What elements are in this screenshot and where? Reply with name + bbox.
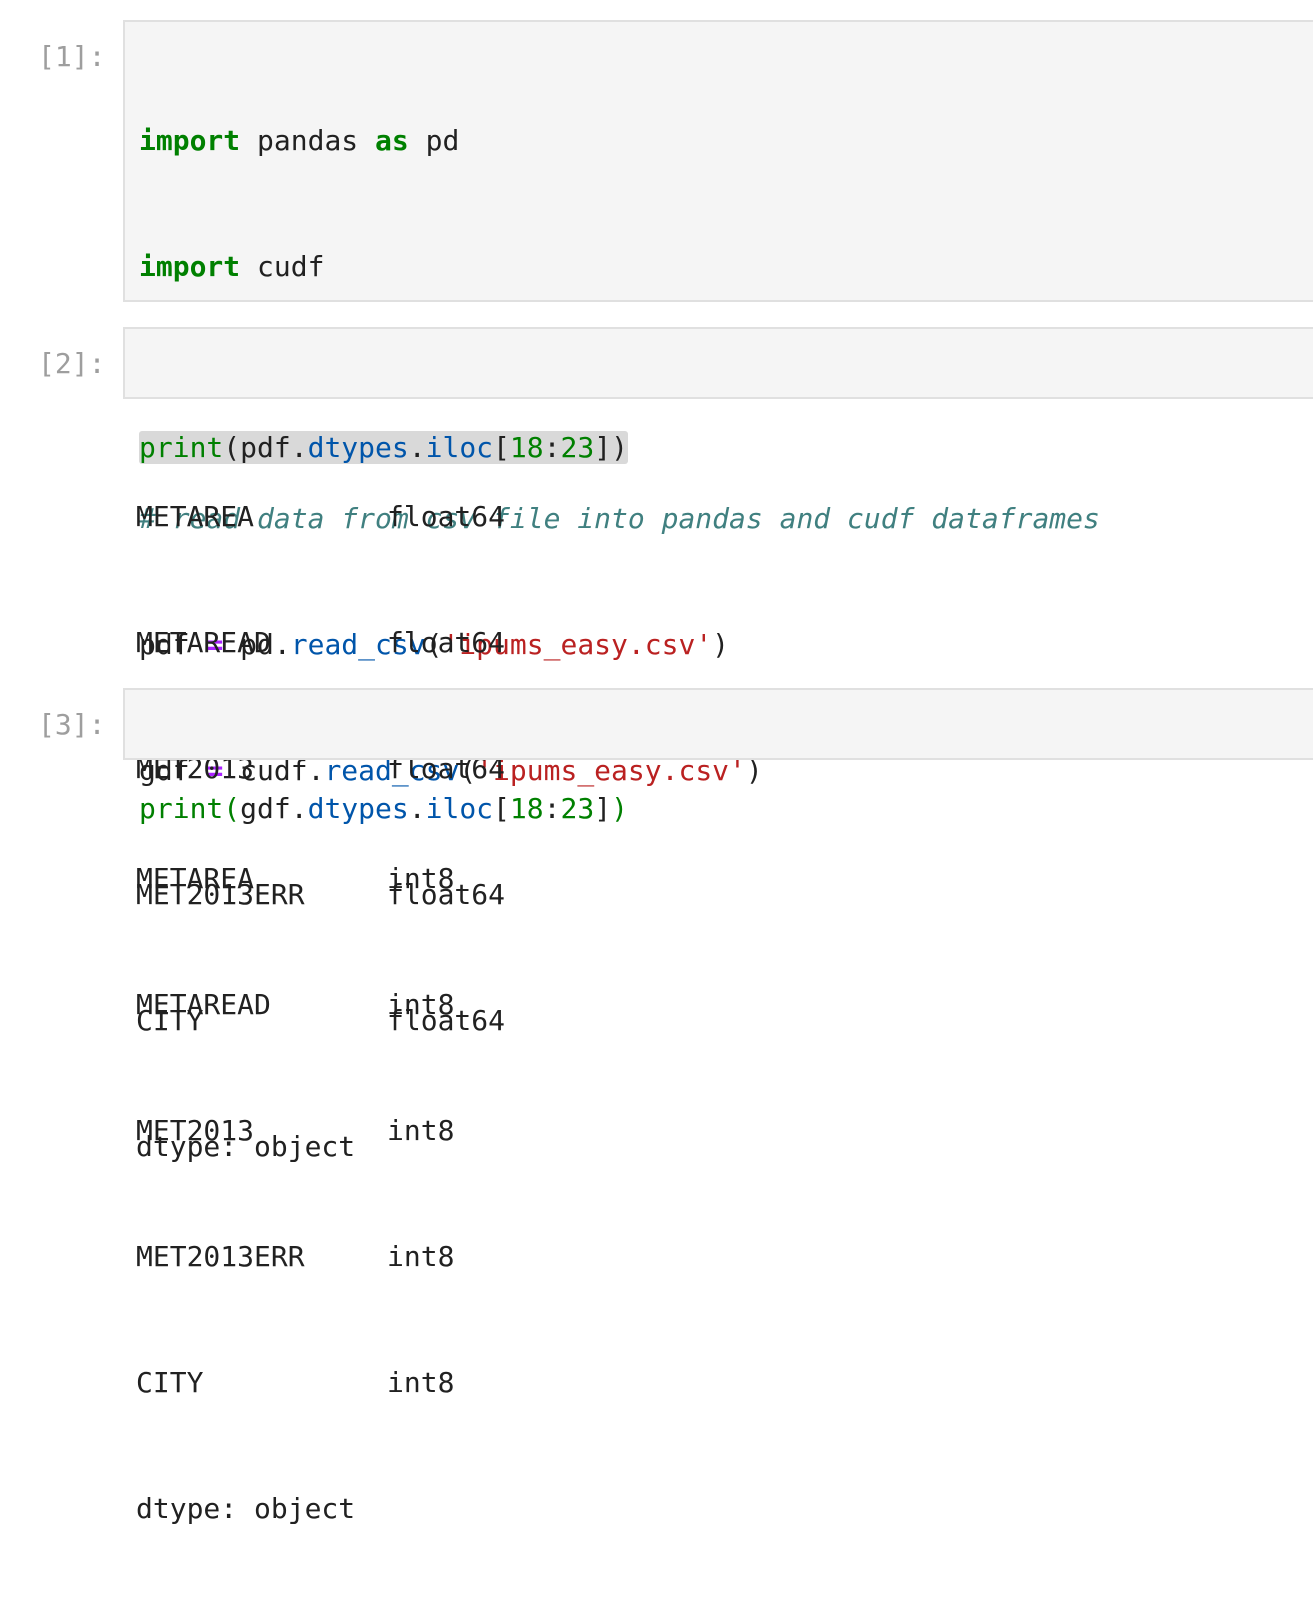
bracket: [ xyxy=(493,792,510,825)
keyword: import xyxy=(139,124,241,157)
number: 18 xyxy=(509,431,544,464)
output-footer: dtype: object xyxy=(136,1492,356,1525)
code-line: import cudf xyxy=(139,246,1100,288)
bracket: ] xyxy=(594,792,612,825)
notebook-cell-3[interactable]: [3]: print(gdf.dtypes.iloc[18:23]) METAR… xyxy=(0,688,1313,1525)
column-dtype: int8 xyxy=(387,1114,455,1147)
code-editor[interactable]: print(pdf.dtypes.iloc[18:23]) xyxy=(123,327,1313,464)
number: 23 xyxy=(560,431,595,464)
column-name: MET2013ERR xyxy=(136,1240,305,1273)
output-row: CITY int8 xyxy=(136,1362,454,1404)
notebook-cell-2[interactable]: [2]: print(pdf.dtypes.iloc[18:23]) METAR… xyxy=(0,327,1313,1163)
column-dtype: float64 xyxy=(387,626,506,659)
code-token: pandas xyxy=(240,124,376,157)
code-token: : xyxy=(543,431,561,464)
column-name: METAREA xyxy=(136,500,255,533)
cell-prompt: [2]: xyxy=(38,347,106,380)
column-name: MET2013 xyxy=(136,1114,255,1147)
column-dtype: int8 xyxy=(387,988,455,1021)
column-dtype: int8 xyxy=(387,1240,455,1273)
cell-output: METAREA int8 METAREAD int8 MET2013 int8 MET… xyxy=(136,774,454,1614)
code-token: : xyxy=(543,792,561,825)
output-row: MET2013 int8 xyxy=(136,1110,454,1152)
output-row: MET2013ERR int8 xyxy=(136,1236,454,1278)
code-token: cudf xyxy=(240,250,325,283)
column-dtype: int8 xyxy=(387,862,455,895)
column-name: METAREAD xyxy=(136,988,271,1021)
cell-prompt: [1]: xyxy=(38,40,106,73)
column-name: METAREAD xyxy=(136,626,271,659)
keyword: import xyxy=(139,250,241,283)
output-row: METAREA float64 xyxy=(136,496,505,538)
paren: ) xyxy=(611,792,628,825)
column-name: METAREA xyxy=(136,862,255,895)
keyword: as xyxy=(375,124,409,157)
output-row: METAREA int8 xyxy=(136,858,454,900)
bracket: ] xyxy=(594,431,612,464)
column-name: CITY xyxy=(136,1366,204,1399)
cell-prompt: [3]: xyxy=(38,708,106,741)
code-editor[interactable]: import pandas as pd import cudf # read d… xyxy=(123,20,1313,787)
output-row: METAREAD float64 xyxy=(136,622,505,664)
code-line: import pandas as pd xyxy=(139,120,1100,162)
column-dtype: float64 xyxy=(387,500,506,533)
notebook-cell-1[interactable]: [1]: import pandas as pd import cudf # r… xyxy=(0,20,1313,787)
column-dtype: int8 xyxy=(387,1366,455,1399)
number: 23 xyxy=(560,792,595,825)
output-row: METAREAD int8 xyxy=(136,984,454,1026)
code-editor[interactable]: print(gdf.dtypes.iloc[18:23]) xyxy=(123,688,1313,825)
number: 18 xyxy=(509,792,544,825)
code-token: pd xyxy=(408,124,460,157)
paren: ) xyxy=(611,431,628,464)
